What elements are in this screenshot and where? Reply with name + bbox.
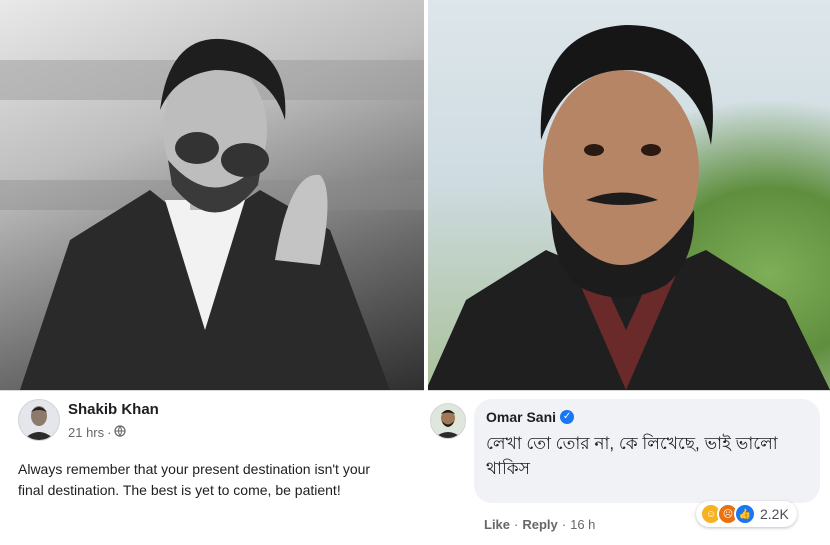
portrait-illustration bbox=[426, 25, 830, 390]
comment-actions: Like · Reply · 16 h bbox=[484, 517, 595, 532]
facebook-post: Shakib Khan 21 hrs · Always remember tha… bbox=[0, 390, 424, 545]
action-separator: · bbox=[561, 517, 567, 532]
comment-author-name[interactable]: Omar Sani bbox=[486, 409, 556, 425]
omar-sani-photo bbox=[426, 0, 830, 390]
post-author-avatar[interactable] bbox=[18, 399, 60, 441]
post-author-name[interactable]: Shakib Khan bbox=[68, 401, 159, 418]
shakib-khan-photo bbox=[0, 0, 426, 390]
like-reaction-icon: 👍 bbox=[734, 503, 756, 525]
post-text: Always remember that your present destin… bbox=[18, 461, 371, 498]
comment-time[interactable]: 16 h bbox=[570, 517, 595, 532]
comment-author-avatar[interactable] bbox=[430, 403, 466, 439]
comment-text: লেখা তো তোর না, কে লিখেছে, ভাই ভালো থাকি… bbox=[486, 434, 778, 478]
verified-badge-icon: ✓ bbox=[560, 410, 575, 424]
portrait-illustration bbox=[0, 38, 426, 390]
comment-author[interactable]: Omar Sani ✓ bbox=[486, 409, 575, 425]
like-button[interactable]: Like bbox=[484, 517, 510, 532]
meta-separator: · bbox=[107, 425, 112, 440]
action-separator: · bbox=[514, 517, 519, 532]
facebook-comment: Omar Sani ✓ লেখা তো তোর না, কে লিখেছে, ভ… bbox=[428, 390, 830, 545]
comment-bubble: Omar Sani ✓ লেখা তো তোর না, কে লিখেছে, ভ… bbox=[474, 399, 820, 503]
reactions-summary[interactable]: ☺ ☹ 👍 2.2K bbox=[696, 501, 797, 527]
post-meta: 21 hrs · bbox=[68, 425, 127, 440]
reply-button[interactable]: Reply bbox=[522, 517, 557, 532]
globe-icon bbox=[114, 425, 127, 440]
reaction-count: 2.2K bbox=[760, 506, 789, 522]
post-time[interactable]: 21 hrs bbox=[68, 425, 104, 440]
